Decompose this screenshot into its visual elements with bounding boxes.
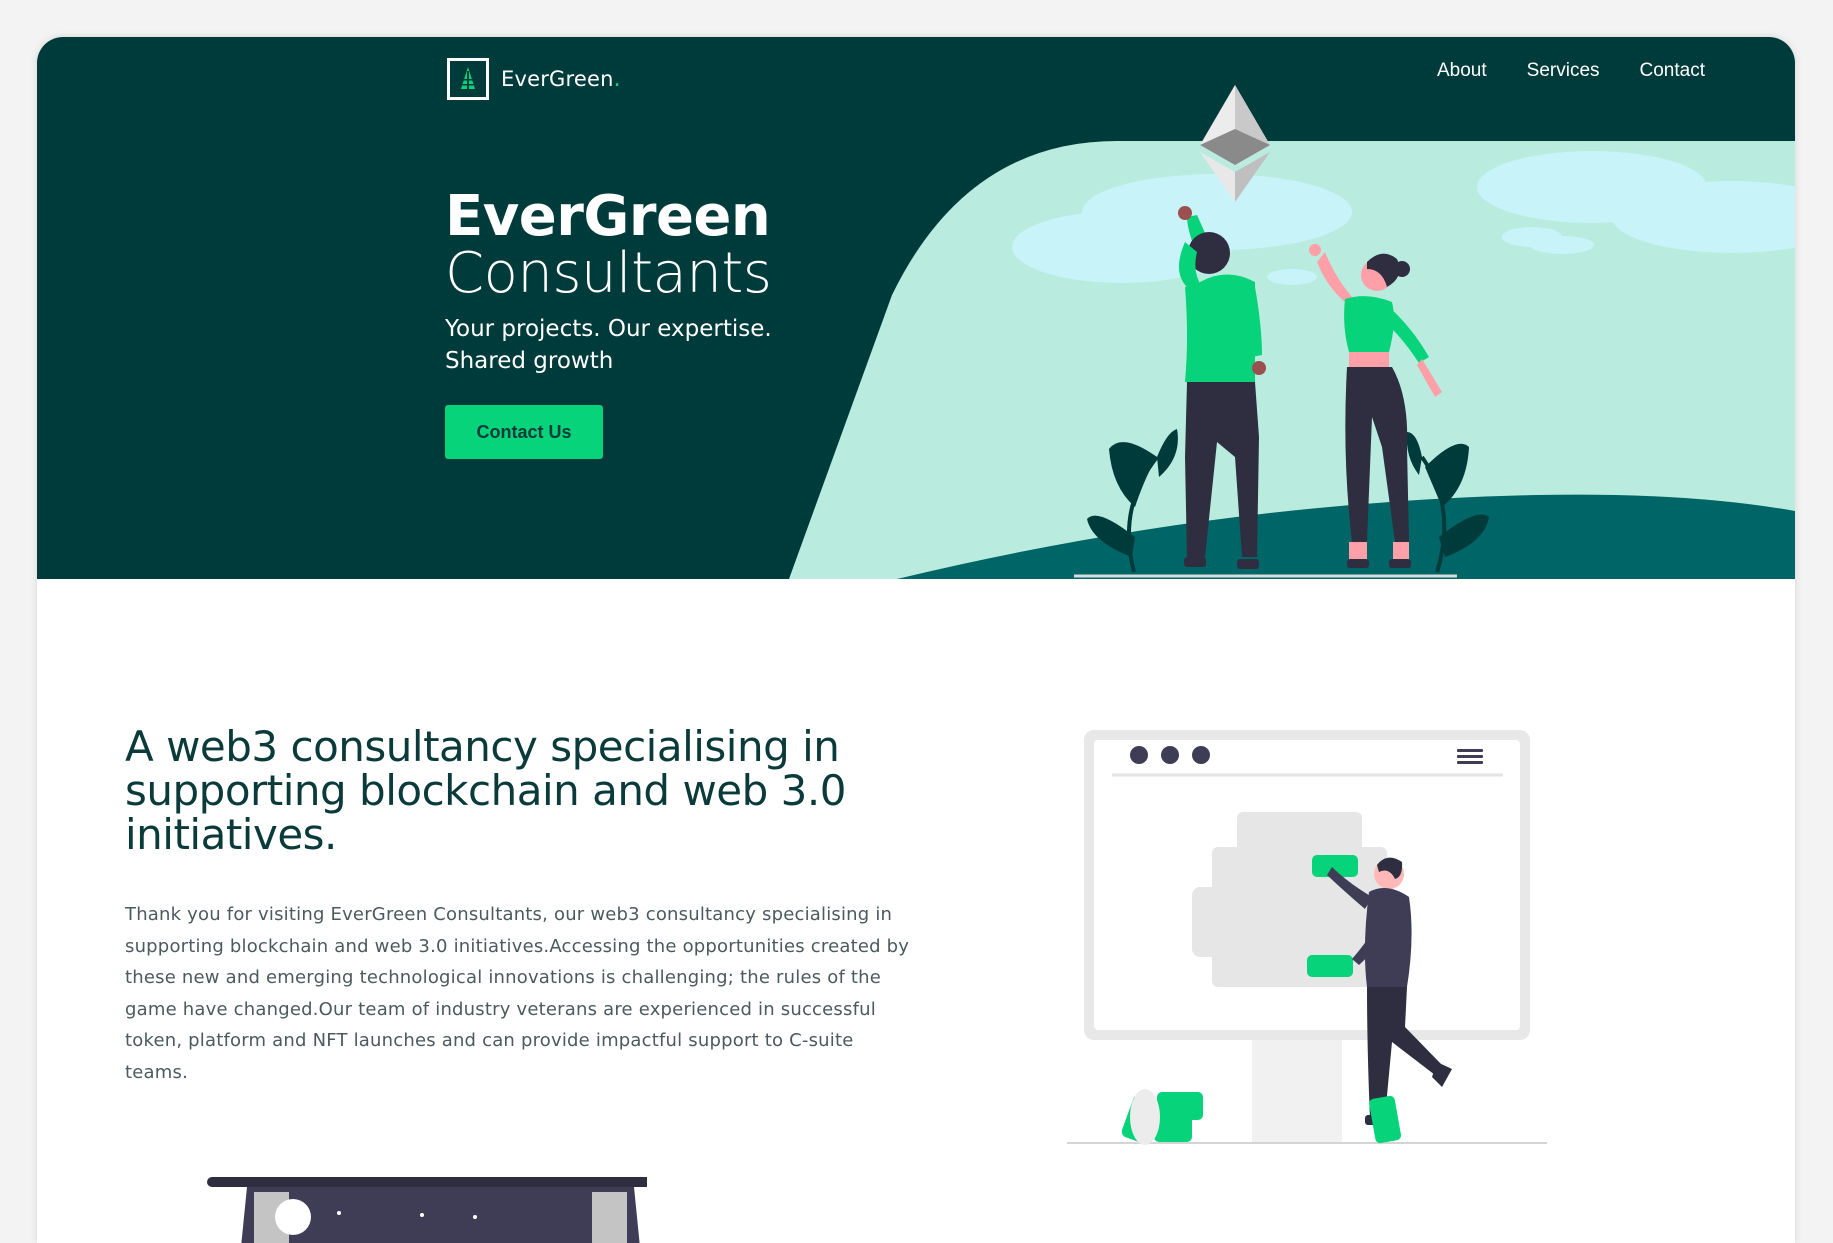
intro-heading: A web3 consultancy specialising in suppo… (125, 722, 846, 859)
hamburger-menu-icon (1457, 749, 1483, 764)
brand-dot: . (613, 66, 621, 92)
window-dot-icon (1161, 746, 1179, 764)
hero-title-line2: Consultants (445, 241, 772, 306)
nav-link-services[interactable]: Services (1527, 60, 1600, 82)
dark-panel-illustration (207, 1177, 647, 1243)
hero-illustration (789, 85, 1795, 579)
browser-puzzle-illustration (1067, 730, 1547, 1145)
contact-us-button[interactable]: Contact Us (445, 405, 603, 459)
nav-link-contact[interactable]: Contact (1640, 60, 1705, 82)
hero-tagline: Your projects. Our expertise. Shared gro… (445, 316, 772, 374)
brand-name: EverGreen (501, 67, 614, 91)
hero-section: EverGreen. About Services Contact EverGr… (37, 37, 1795, 579)
window-dot-icon (1192, 746, 1210, 764)
brand-logo[interactable]: EverGreen. (447, 58, 621, 100)
window-dot-icon (1130, 746, 1148, 764)
hero-title-line1: EverGreen (445, 184, 771, 249)
nav-link-about[interactable]: About (1437, 60, 1487, 82)
page-card: EverGreen. About Services Contact EverGr… (37, 37, 1795, 1243)
main-nav: About Services Contact (1437, 60, 1705, 82)
intro-body: Thank you for visiting EverGreen Consult… (125, 904, 910, 1083)
tree-logo-icon (447, 58, 489, 100)
